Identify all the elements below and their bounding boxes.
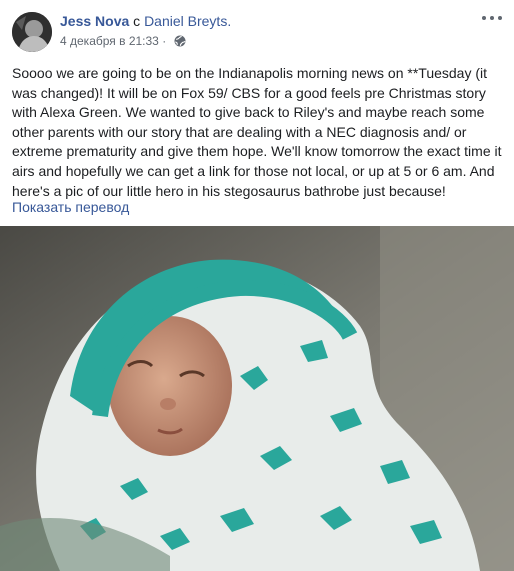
author-line: Jess Nova с Daniel Breyts. (60, 12, 231, 30)
tagged-user[interactable]: Daniel Breyts. (144, 13, 231, 29)
more-dot (482, 16, 486, 20)
post-timestamp[interactable]: 4 декабря в 21:33 · (60, 34, 166, 48)
post-meta: 4 декабря в 21:33 · (60, 33, 186, 51)
post-header: Jess Nova с Daniel Breyts. 4 декабря в 2… (0, 0, 514, 58)
post-body-text: Soooo we are going to be on the Indianap… (12, 65, 502, 199)
show-translation-link[interactable]: Показать перевод (12, 198, 129, 216)
post-photo[interactable] (0, 226, 514, 571)
more-dot (490, 16, 494, 20)
baby-in-bathrobe-image (0, 226, 514, 571)
globe-icon[interactable] (174, 35, 186, 51)
with-word: с (133, 13, 141, 29)
more-dot (498, 16, 502, 20)
more-options-icon[interactable] (482, 10, 502, 26)
author-avatar[interactable] (12, 12, 52, 52)
author-name[interactable]: Jess Nova (60, 13, 129, 29)
